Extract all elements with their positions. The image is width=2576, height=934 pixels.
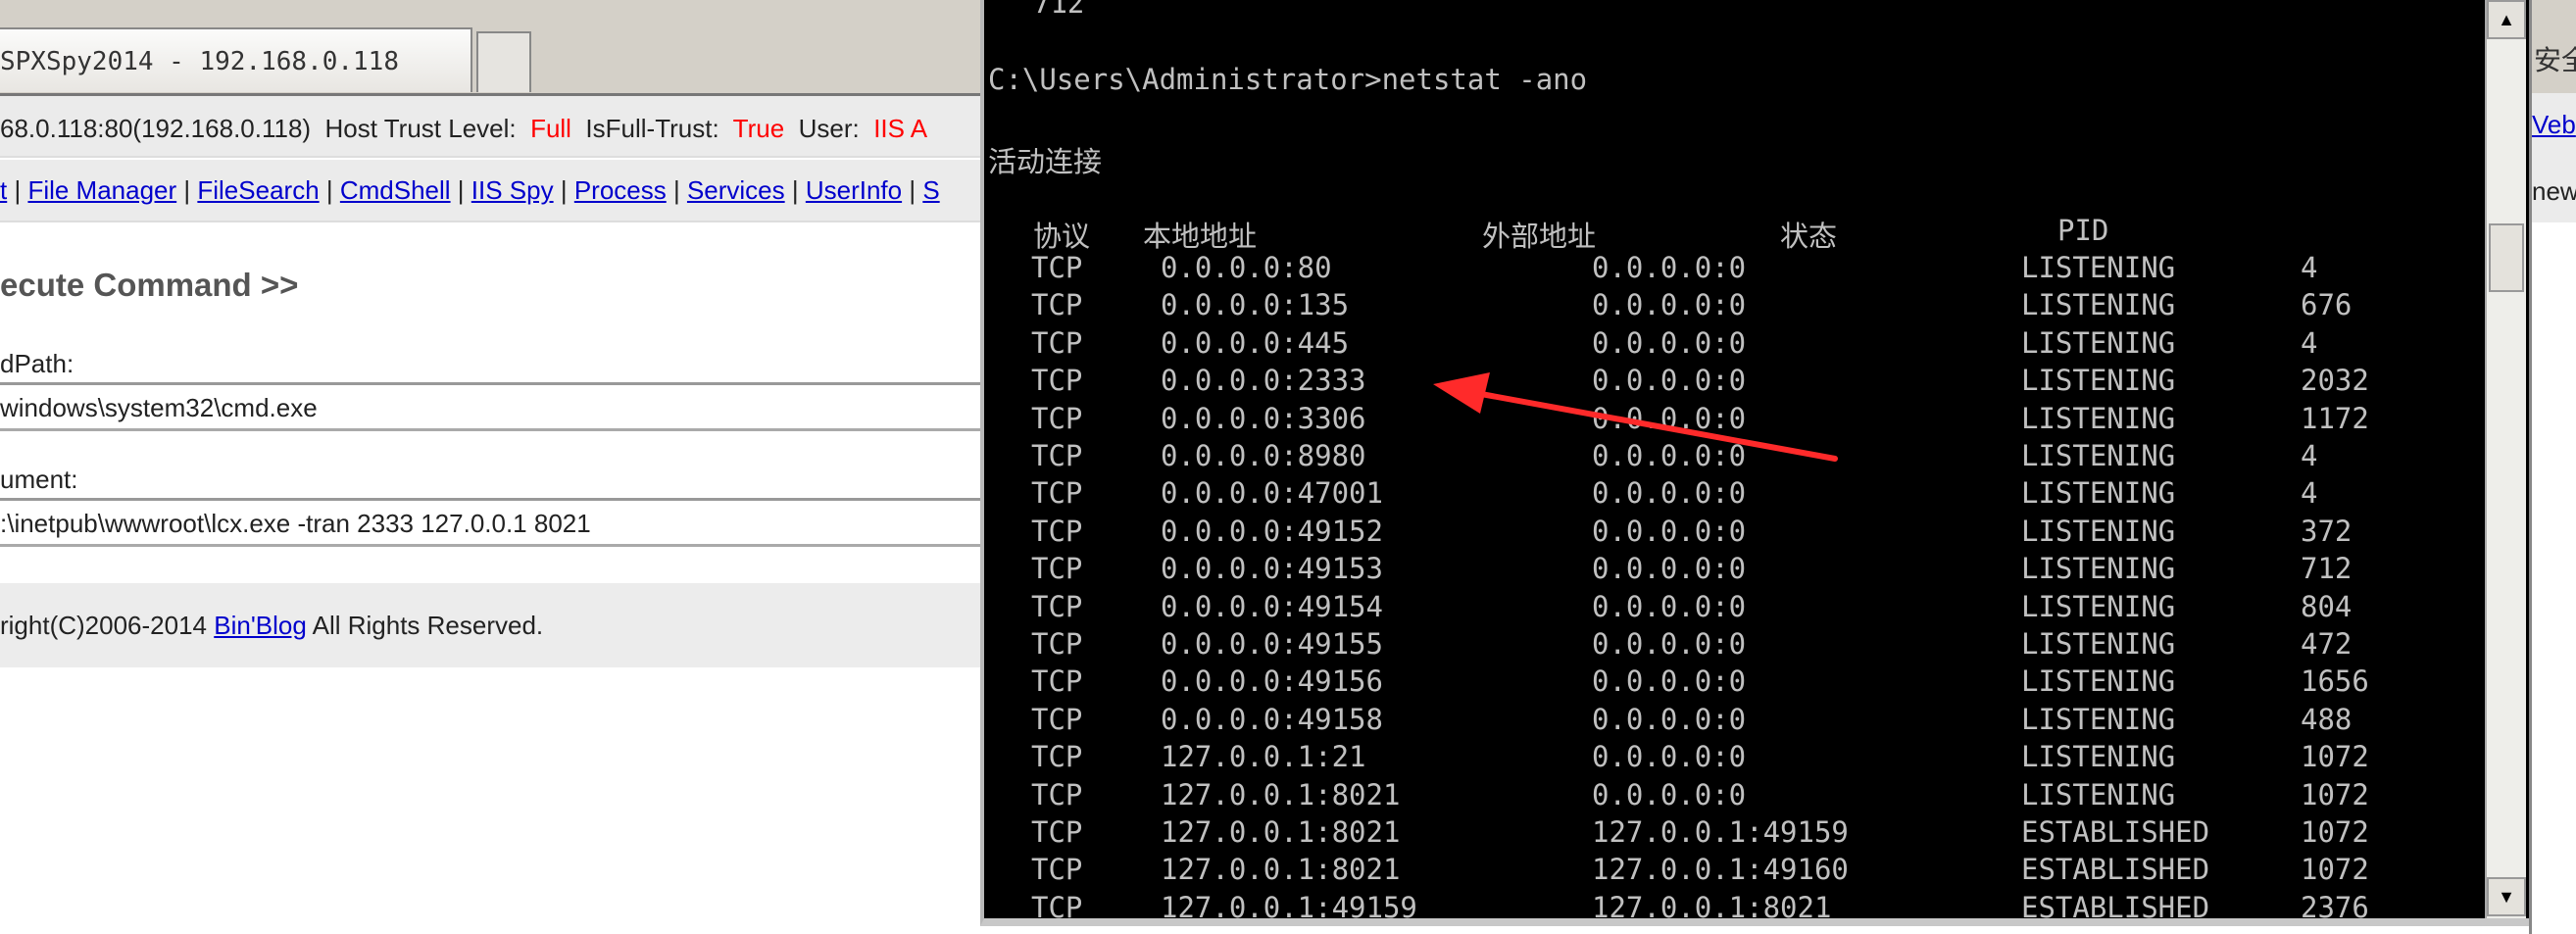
arrow-head bbox=[1433, 372, 1490, 414]
arrow-shaft bbox=[1467, 389, 1838, 462]
red-arrow-annotation bbox=[1433, 372, 1838, 462]
